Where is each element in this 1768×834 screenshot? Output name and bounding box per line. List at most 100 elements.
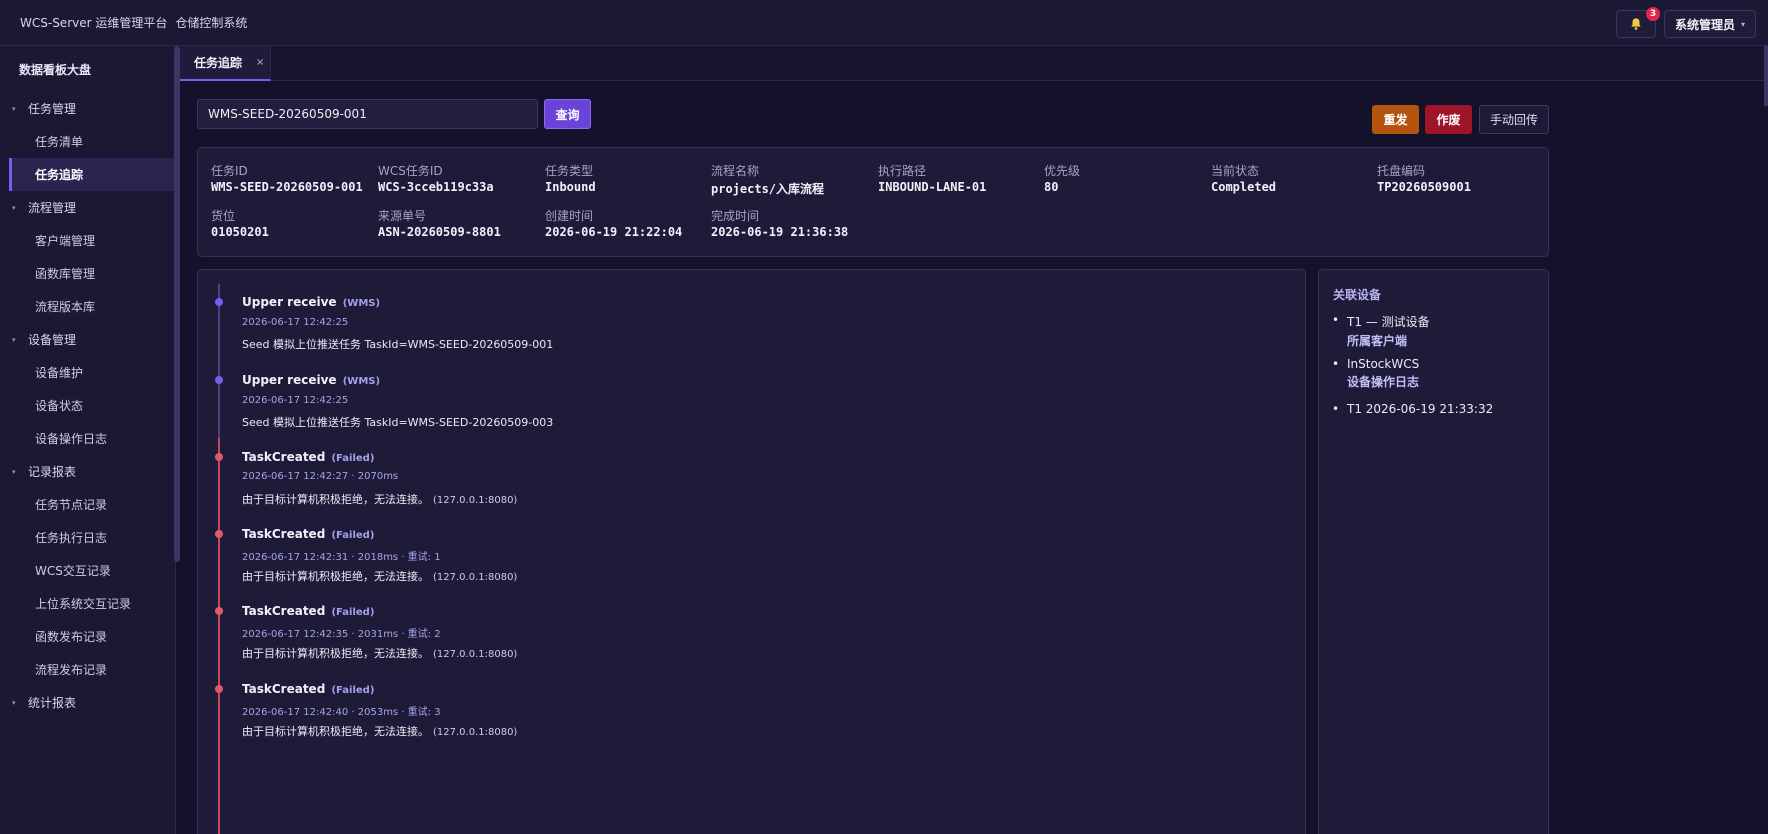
close-icon[interactable]: × <box>256 57 264 68</box>
event-name: Upper receive <box>242 295 337 309</box>
tab-label: 任务追踪 <box>194 56 243 70</box>
field-task-type: 任务类型 Inbound <box>545 162 596 194</box>
event-title: TaskCreated (Failed) <box>242 527 374 541</box>
sidebar-item-flow-versions[interactable]: 流程版本库 <box>0 290 175 323</box>
field-value: 2026-06-19 21:36:38 <box>711 225 849 239</box>
event-message: 由于目标计算机积极拒绝，无法连接。 (127.0.0.1:8080) <box>242 723 517 739</box>
field-completed-time: 完成时间 2026-06-19 21:36:38 <box>711 207 848 239</box>
resend-button[interactable]: 重发 <box>1372 105 1419 134</box>
sidebar-item-task-tracking[interactable]: 任务追踪 <box>9 158 175 191</box>
sidebar-group-task[interactable]: ▾ 任务管理 <box>0 92 175 125</box>
event-status-tag: (Failed) <box>331 685 375 696</box>
query-button[interactable]: 查询 <box>544 99 591 129</box>
field-label: 货位 <box>211 209 236 223</box>
related-devices-card: 关联设备 T1 — 测试设备 所属客户端 InStockWCS 设备操作日志 T… <box>1318 269 1549 834</box>
event-time: 2026-06-17 12:42:25 <box>242 395 349 406</box>
sidebar-group-device[interactable]: ▾ 设备管理 <box>0 323 175 356</box>
field-value: INBOUND-LANE-01 <box>878 180 987 194</box>
event-dot <box>215 530 223 538</box>
caret-down-icon: ▾ <box>12 335 16 344</box>
sidebar-group-stats[interactable]: ▾ 统计报表 <box>0 686 175 719</box>
event-host: (127.0.0.1:8080) <box>433 727 518 738</box>
timeline-card: Upper receive (WMS) 2026-06-17 12:42:25 … <box>197 269 1306 834</box>
void-button[interactable]: 作废 <box>1425 105 1472 134</box>
sidebar-item-client-mgmt[interactable]: 客户端管理 <box>0 224 175 257</box>
sidebar-group-flow[interactable]: ▾ 流程管理 <box>0 191 175 224</box>
device-name: InStockWCS <box>1347 357 1420 371</box>
event-message-text: 由于目标计算机积极拒绝，无法连接。 <box>242 725 429 738</box>
field-label: 当前状态 <box>1211 164 1260 178</box>
user-menu-button[interactable]: 系统管理员 ▾ <box>1663 10 1756 38</box>
sidebar-item-device-maintenance[interactable]: 设备维护 <box>0 356 175 389</box>
field-value: TP20260509001 <box>1377 180 1471 194</box>
field-label: WCS任务ID <box>378 164 443 178</box>
event-time: 2026-06-17 12:42:35 · 2031ms · 重试: 2 <box>242 629 441 640</box>
sidebar-item-task-exec-logs[interactable]: 任务执行日志 <box>0 521 175 554</box>
sidebar-group-records[interactable]: ▾ 记录报表 <box>0 455 175 488</box>
field-label: 任务ID <box>211 164 248 178</box>
sidebar-item-flow-publish[interactable]: 流程发布记录 <box>0 653 175 686</box>
field-label: 创建时间 <box>545 209 594 223</box>
app-title: WCS-Server 运维管理平台 <box>20 16 168 30</box>
sidebar-item-wcs-interaction[interactable]: WCS交互记录 <box>0 554 175 587</box>
field-value: 2026-06-19 21:22:04 <box>545 225 683 239</box>
field-label: 优先级 <box>1044 164 1081 178</box>
event-name: TaskCreated <box>242 450 326 464</box>
event-host: (127.0.0.1:8080) <box>433 495 518 506</box>
field-task-id: 任务ID WMS-SEED-20260509-001 <box>211 162 363 194</box>
group-label: 设备管理 <box>28 333 77 347</box>
timeline-connector <box>218 284 220 438</box>
notification-button[interactable]: 3 <box>1615 7 1660 38</box>
event-title: TaskCreated (Failed) <box>242 604 374 618</box>
sidebar: 数据看板大盘 ▾ 任务管理 任务清单 任务追踪 ▾ 流程管理 客户端管理 函数库管理… <box>0 46 176 834</box>
event-time: 2026-06-17 12:42:25 <box>242 317 349 328</box>
task-search-input[interactable] <box>197 99 538 129</box>
field-value: Completed <box>1211 180 1277 194</box>
event-source-tag: (WMS) <box>342 376 381 387</box>
event-source-tag: (WMS) <box>342 298 381 309</box>
notification-badge: 3 <box>1645 7 1660 21</box>
event-dot <box>215 685 223 693</box>
manual-callback-button[interactable]: 手动回传 <box>1479 105 1549 134</box>
sidebar-item-upper-interaction[interactable]: 上位系统交互记录 <box>0 587 175 620</box>
field-value: 01050201 <box>211 225 269 239</box>
caret-down-icon: ▾ <box>12 104 16 113</box>
event-time: 2026-06-17 12:42:40 · 2053ms · 重试: 3 <box>242 707 441 718</box>
device-log-link[interactable]: 设备操作日志 <box>1333 373 1419 390</box>
sidebar-item-task-list[interactable]: 任务清单 <box>0 125 175 158</box>
field-wcs-task-id: WCS任务ID WCS-3cceb119c33a <box>378 162 494 194</box>
event-message: Seed 模拟上位推送任务 TaskId=WMS-SEED-20260509-0… <box>242 336 553 352</box>
sidebar-dashboard-link[interactable]: 数据看板大盘 <box>0 46 175 92</box>
main-content: 查询 重发 作废 手动回传 任务ID WMS-SEED-20260509-001 … <box>180 81 1768 834</box>
group-label: 记录报表 <box>28 465 77 479</box>
event-host: (127.0.0.1:8080) <box>433 572 518 583</box>
sidebar-item-function-lib[interactable]: 函数库管理 <box>0 257 175 290</box>
sidebar-item-device-logs[interactable]: 设备操作日志 <box>0 422 175 455</box>
event-status-tag: (Failed) <box>331 453 375 464</box>
top-bar: WCS-Server 运维管理平台 仓储控制系统 3 系统管理员 ▾ <box>0 0 1768 46</box>
timeline-connector-failed <box>218 438 220 834</box>
device-item: InStockWCS 设备操作日志 <box>1332 357 1420 390</box>
group-label: 统计报表 <box>28 696 77 710</box>
event-name: TaskCreated <box>242 604 326 618</box>
event-time: 2026-06-17 12:42:27 · 2070ms <box>242 471 399 482</box>
sidebar-item-device-status[interactable]: 设备状态 <box>0 389 175 422</box>
device-name: T1 — 测试设备 <box>1347 315 1430 329</box>
field-created-time: 创建时间 2026-06-19 21:22:04 <box>545 207 682 239</box>
field-value: WCS-3cceb119c33a <box>378 180 494 194</box>
device-item: T1 2026-06-19 21:33:32 <box>1332 402 1493 416</box>
device-item: T1 — 测试设备 所属客户端 <box>1332 313 1430 349</box>
event-dot <box>215 607 223 615</box>
event-host: (127.0.0.1:8080) <box>433 649 518 660</box>
field-label: 任务类型 <box>545 164 594 178</box>
sidebar-item-function-publish[interactable]: 函数发布记录 <box>0 620 175 653</box>
device-client-link[interactable]: 所属客户端 <box>1333 332 1430 349</box>
event-message: 由于目标计算机积极拒绝，无法连接。 (127.0.0.1:8080) <box>242 568 517 584</box>
event-message-text: Seed 模拟上位推送任务 TaskId=WMS-SEED-20260509-0… <box>242 338 554 351</box>
field-value: 80 <box>1044 180 1059 194</box>
sidebar-item-task-node-records[interactable]: 任务节点记录 <box>0 488 175 521</box>
event-name: TaskCreated <box>242 527 326 541</box>
app-root: WCS-Server 运维管理平台 仓储控制系统 3 系统管理员 ▾ 数据看板大… <box>0 0 1768 834</box>
tab-task-tracking[interactable]: 任务追踪 × <box>180 46 271 81</box>
caret-down-icon: ▾ <box>12 467 16 476</box>
